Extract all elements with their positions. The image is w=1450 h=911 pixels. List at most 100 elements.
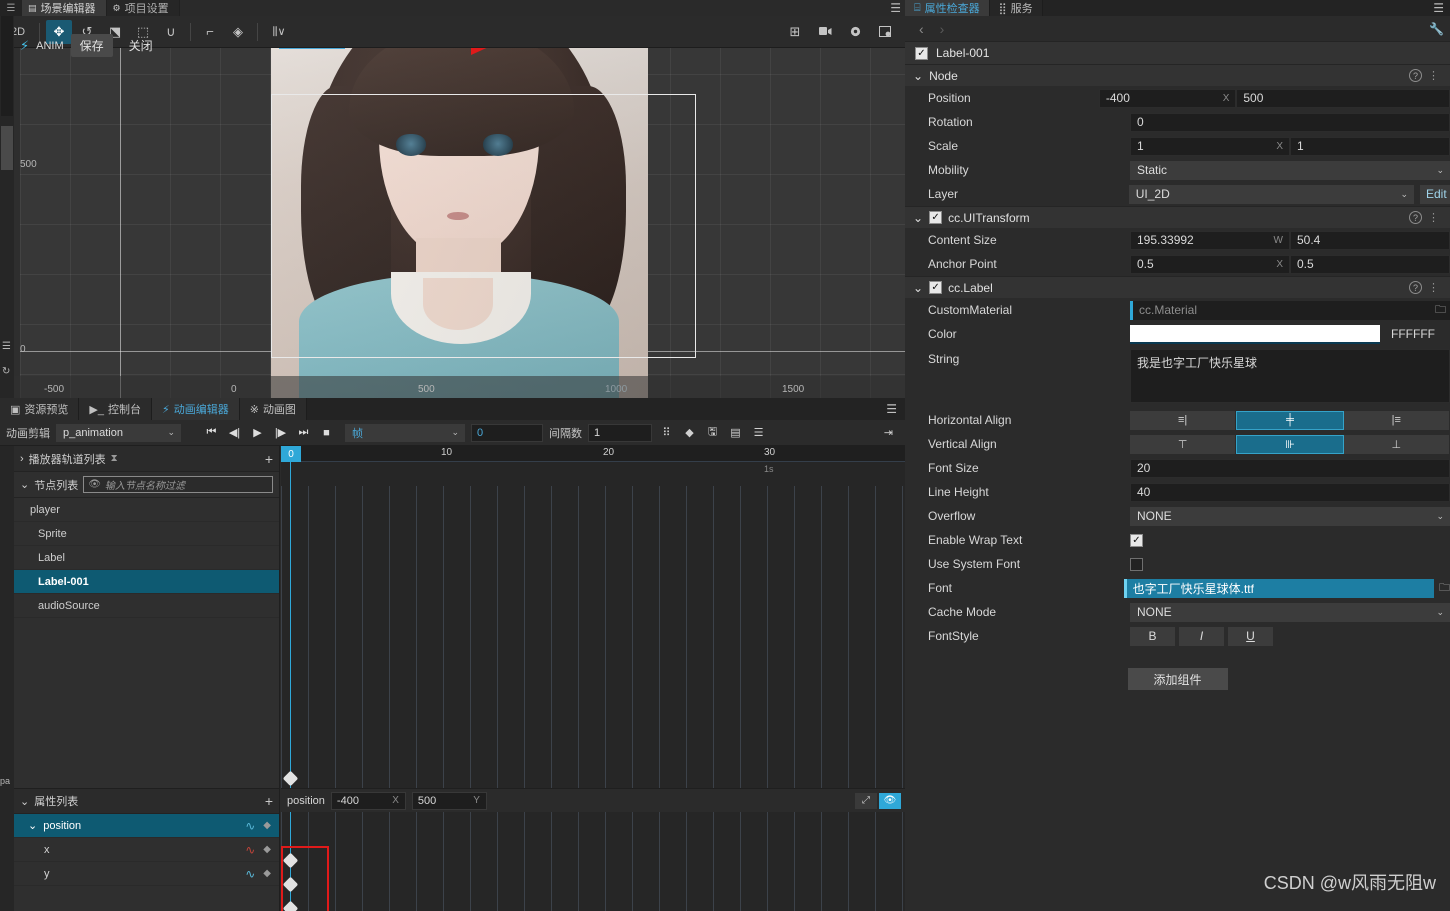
keyframe-icon[interactable]: ◆ (681, 424, 698, 442)
clip-select[interactable]: p_animation ⌄ (56, 423, 181, 442)
more-options-icon[interactable]: ⋮ (1428, 281, 1440, 294)
scene-viewport[interactable]: 我是也字工厂快乐星球 500 0 -500 0 500 1000 1500 (0, 16, 905, 398)
anchor-x-input[interactable]: 0.5 X (1130, 254, 1290, 274)
bend-tool-button[interactable]: ∪ (158, 20, 184, 44)
rail-refresh-icon[interactable]: ↻ (2, 366, 10, 377)
track-y-input[interactable]: 500 Y (411, 791, 487, 810)
current-frame-input[interactable]: 0 (471, 423, 543, 442)
content-height-input[interactable]: 50.4 (1290, 230, 1450, 250)
more-options-icon[interactable]: ⋮ (1428, 69, 1440, 82)
list-item-label[interactable]: Label (14, 546, 279, 570)
pivot-tool-button[interactable]: ⌐ (197, 20, 223, 44)
chevron-down-icon[interactable]: ⌄ (913, 211, 923, 225)
main-menu-button[interactable]: ☰ (0, 0, 22, 16)
close-animation-button[interactable]: 关闭 (120, 34, 162, 57)
jump-end-button[interactable]: ⏭ (295, 426, 312, 439)
keyframe-icon[interactable]: ◆ (263, 844, 271, 855)
grid-icon[interactable]: ⊞ (782, 20, 808, 44)
align-top-button[interactable]: ⊤ (1130, 434, 1237, 454)
camera-icon[interactable] (812, 20, 838, 44)
color-hex-input[interactable]: FFFFFF (1385, 325, 1449, 344)
rail-scroll-thumb[interactable] (1, 126, 13, 170)
save-clip-icon[interactable]: 🖫 (704, 424, 721, 442)
align-left-button[interactable]: ≡| (1130, 410, 1237, 430)
chevron-down-icon[interactable]: ⌄ (20, 795, 29, 808)
overflow-select[interactable]: NONE ⌄ (1130, 506, 1450, 526)
eye-icon[interactable]: 👁 (88, 479, 101, 490)
node-enabled-checkbox[interactable]: ✓ (915, 46, 928, 60)
inspector-menu-button[interactable]: ☰ (1427, 0, 1450, 16)
add-component-button[interactable]: 添加组件 (1127, 668, 1228, 690)
more-options-icon[interactable]: ⋮ (1428, 211, 1440, 224)
time-unit-select[interactable]: 帧 ⌄ (345, 423, 465, 442)
uitransform-enabled-checkbox[interactable]: ✓ (929, 211, 943, 224)
jump-start-button[interactable]: ⏮ (203, 426, 220, 439)
timeline-panel[interactable]: 0 10 20 30 1s position -400 X 500 Y ⤢ 👁 (281, 446, 905, 911)
bottom-panel-menu-button[interactable]: ☰ (878, 398, 905, 420)
add-property-button[interactable]: + (265, 793, 273, 809)
curve-graph-icon[interactable]: ⤢ (855, 792, 877, 809)
help-icon[interactable]: ? (1409, 211, 1422, 224)
color-swatch[interactable] (1130, 324, 1380, 344)
tab-animation-graph[interactable]: ※ 动画图 (239, 398, 307, 420)
curve-icon[interactable]: ∿ (245, 843, 255, 857)
coord-tool-button[interactable]: ◈ (225, 20, 251, 44)
tab-scene-editor[interactable]: ▤ 场景编辑器 (22, 0, 107, 16)
play-button[interactable]: ▶ (249, 426, 266, 439)
list-item-player[interactable]: player (14, 498, 279, 522)
exit-icon[interactable]: ⇥ (880, 424, 897, 442)
tab-property-inspector[interactable]: ⌸ 属性检查器 (905, 0, 990, 16)
underline-button[interactable]: U (1228, 626, 1273, 646)
tab-animation-editor[interactable]: ⚡ 动画编辑器 (151, 398, 240, 420)
property-row-y[interactable]: y ∿ ◆ (14, 862, 279, 886)
tab-assets-preview[interactable]: ▣ 资源预览 (0, 398, 80, 420)
save-animation-button[interactable]: 保存 (70, 34, 113, 57)
property-row-x[interactable]: x ∿ ◆ (14, 838, 279, 862)
gizmo-options-button[interactable]: ⫼∨ (264, 20, 294, 44)
playhead-handle[interactable]: 0 (281, 446, 301, 462)
add-player-track-button[interactable]: + (265, 451, 273, 467)
keyframe-icon[interactable]: ◆ (263, 820, 271, 831)
custom-material-field[interactable]: cc.Material 🗀 (1130, 300, 1450, 320)
list-icon[interactable]: ☰ (750, 424, 767, 442)
string-textarea[interactable]: 我是也字工厂快乐星球 (1130, 349, 1450, 403)
list-item-label-001[interactable]: Label-001 (14, 570, 279, 594)
list-item-audiosource[interactable]: audioSource (14, 594, 279, 618)
timeline-ruler[interactable]: 0 10 20 30 (281, 446, 905, 462)
align-bottom-button[interactable]: ⊥ (1343, 434, 1450, 454)
rail-menu-icon[interactable]: ☰ (2, 341, 11, 352)
chevron-down-icon[interactable]: ⌄ (913, 69, 923, 83)
browse-font-icon[interactable]: 🗀 (1439, 579, 1450, 598)
chevron-left-icon[interactable]: ‹ (919, 21, 924, 37)
scale-x-input[interactable]: 1 X (1130, 136, 1290, 156)
enable-wrap-text-checkbox[interactable]: ✓ (1130, 533, 1143, 547)
step-forward-button[interactable]: |▶ (272, 426, 289, 439)
position-x-input[interactable]: -400 X (1098, 88, 1237, 108)
italic-button[interactable]: I (1179, 626, 1224, 646)
align-right-button[interactable]: |≡ (1343, 410, 1450, 430)
events-icon[interactable]: ▤ (727, 424, 744, 442)
content-width-input[interactable]: 195.33992 W (1130, 230, 1290, 250)
cache-mode-select[interactable]: NONE ⌄ (1130, 602, 1450, 622)
scale-y-input[interactable]: 1 (1290, 136, 1450, 156)
chevron-down-icon[interactable]: ⌄ (28, 819, 37, 832)
align-middle-button[interactable]: ⊪ (1236, 434, 1344, 454)
curve-icon[interactable]: ∿ (245, 819, 255, 833)
font-asset-field[interactable]: 也字工厂快乐星球体.ttf (1123, 578, 1434, 598)
help-icon[interactable]: ? (1409, 69, 1422, 82)
node-filter-input[interactable]: 👁 输入节点名称过滤 (83, 476, 273, 493)
section-header-node[interactable]: ⌄ Node ? ⋮ (905, 64, 1450, 86)
wrench-icon[interactable]: 🔧 (1429, 22, 1444, 36)
anchor-y-input[interactable]: 0.5 (1290, 254, 1450, 274)
position-y-input[interactable]: 500 (1236, 88, 1450, 108)
player-track-section[interactable]: › 播放器轨道列表 ⧗ + (14, 446, 279, 472)
step-back-button[interactable]: ◀| (226, 426, 243, 439)
tab-console[interactable]: ▶_ 控制台 (79, 398, 152, 420)
curve-icon[interactable]: ∿ (245, 867, 255, 881)
chevron-down-icon[interactable]: ⌄ (913, 281, 923, 295)
section-header-label[interactable]: ⌄ ✓ cc.Label ? ⋮ (905, 276, 1450, 298)
help-icon[interactable]: ? (1409, 281, 1422, 294)
align-center-button[interactable]: ╪ (1236, 410, 1344, 430)
chevron-down-icon[interactable]: ⌄ (20, 478, 29, 491)
tab-project-settings[interactable]: ⚙ 项目设置 (106, 0, 180, 16)
